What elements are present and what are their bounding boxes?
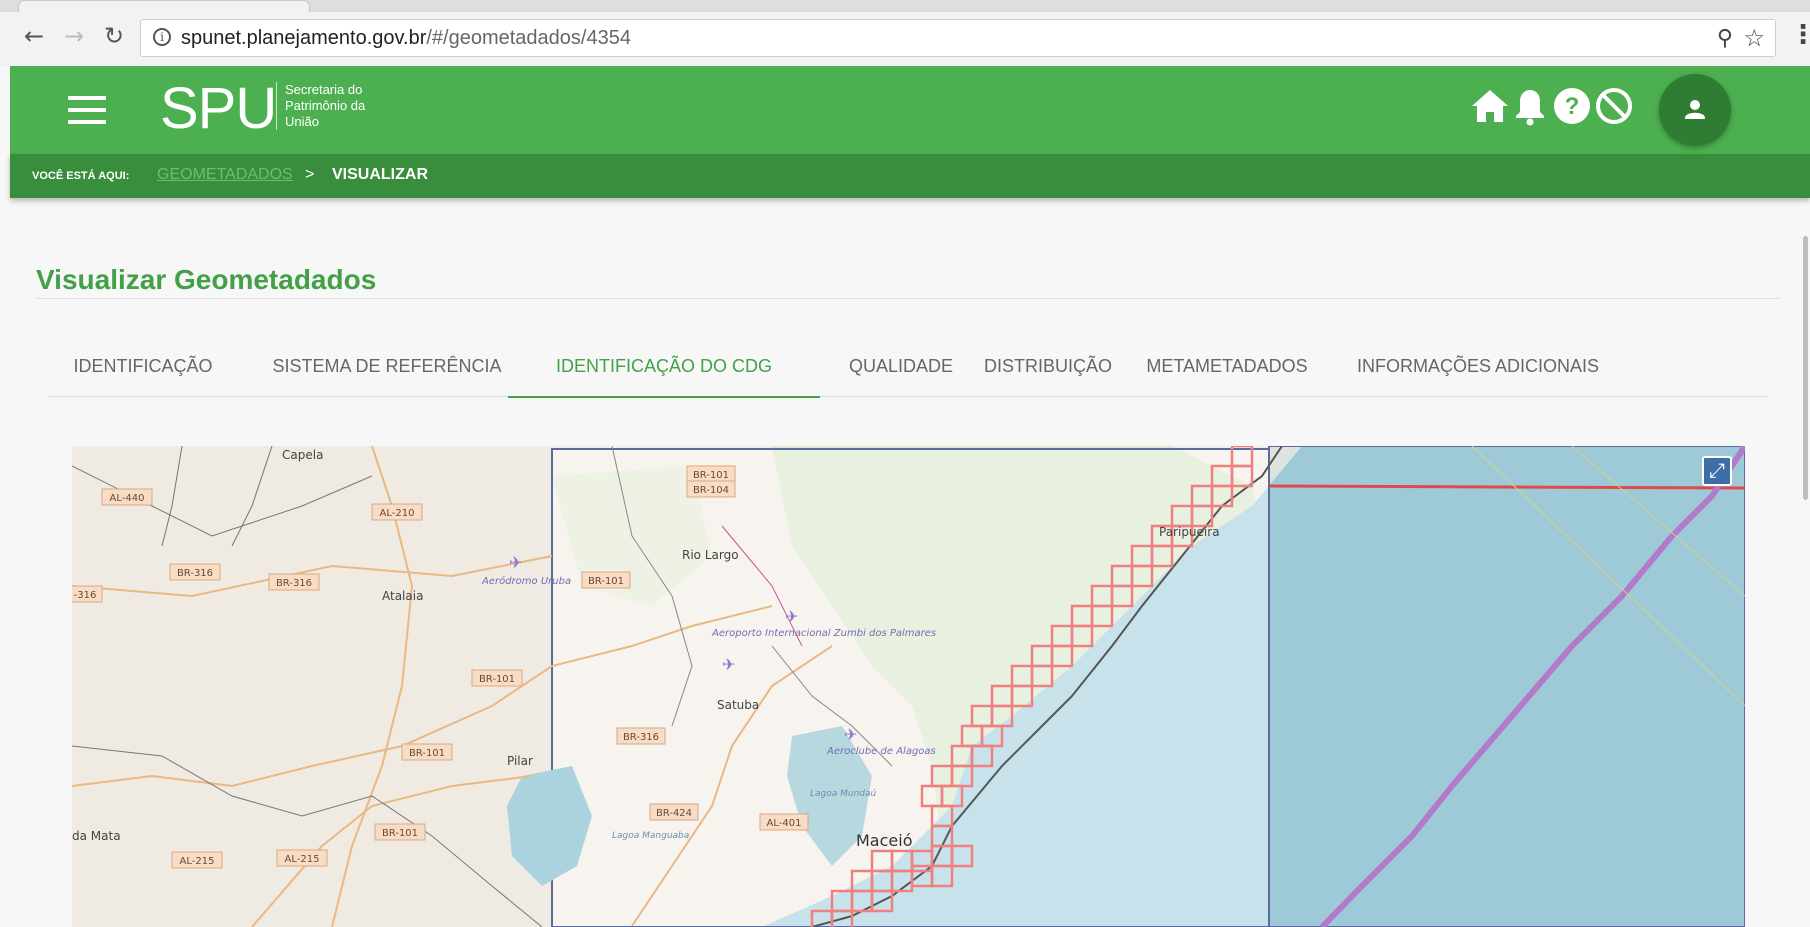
- hamburger-menu-icon[interactable]: [68, 96, 106, 124]
- url-path: /#/geometadados/4354: [426, 27, 631, 49]
- road-shield: BR-101: [686, 465, 736, 483]
- tab-metametadados[interactable]: METAMETADADOS: [1134, 346, 1320, 396]
- breadcrumb-current: VISUALIZAR: [332, 166, 428, 183]
- forward-arrow-icon[interactable]: →: [60, 22, 88, 50]
- block-icon[interactable]: [1594, 86, 1634, 126]
- airport-icon: ✈: [509, 553, 522, 572]
- road-shield: AL-440: [101, 488, 153, 506]
- tab-informacoes-adicionais[interactable]: INFORMAÇÕES ADICIONAIS: [1328, 346, 1628, 396]
- svg-text:AL-215: AL-215: [180, 856, 215, 867]
- road-shield: BR-101: [374, 823, 426, 841]
- user-icon: [1685, 100, 1705, 119]
- svg-text:BR-101: BR-101: [409, 748, 445, 759]
- tab-identificacao[interactable]: IDENTIFICAÇÃO: [48, 346, 238, 396]
- logo-sub-line: Patrimônio da: [285, 98, 366, 113]
- tab-qualidade[interactable]: QUALIDADE: [838, 346, 964, 396]
- breadcrumb-link-geometadados[interactable]: GEOMETADADOS: [157, 166, 293, 184]
- bookmark-star-icon[interactable]: ☆: [1743, 24, 1765, 52]
- road-shield: AL-215: [171, 851, 223, 869]
- svg-text:BR-316: BR-316: [623, 732, 659, 743]
- browser-chrome: ← → ↻ i spunet.planejamento.gov.br/#/geo…: [0, 0, 1810, 66]
- svg-text:AL-215: AL-215: [285, 854, 320, 865]
- info-icon[interactable]: i: [153, 28, 171, 46]
- svg-text:BR-424: BR-424: [656, 808, 692, 819]
- zoom-icon[interactable]: ⚲: [1717, 26, 1733, 51]
- back-arrow-icon[interactable]: ←: [20, 22, 48, 50]
- map-label-airport: Aeródromo Uruba: [481, 575, 571, 587]
- map-label-lagoon: Lagoa Mundaú: [810, 789, 877, 799]
- map-label-place: Rio Largo: [682, 548, 739, 562]
- home-icon[interactable]: [1470, 86, 1510, 126]
- app-header: SPU Secretaria do Patrimônio da União ?: [10, 66, 1810, 154]
- road-shield: BR-101: [581, 571, 631, 589]
- map-canvas[interactable]: Capela Atalaia Rio Largo Satuba Pilar da…: [72, 446, 1745, 927]
- road-shield: BR-104: [686, 480, 736, 498]
- road-shield: BR-316: [169, 563, 221, 581]
- svg-text:BR-316: BR-316: [276, 578, 312, 589]
- page-title: Visualizar Geometadados: [36, 264, 377, 295]
- map-label-place: da Mata: [72, 829, 121, 843]
- road-shield: BR-101: [471, 669, 523, 687]
- address-bar[interactable]: i spunet.planejamento.gov.br/#/geometada…: [140, 19, 1776, 57]
- airport-icon: ✈: [722, 655, 735, 674]
- bell-icon[interactable]: [1510, 86, 1550, 126]
- svg-text:AL-210: AL-210: [380, 508, 415, 519]
- map-label-city: Maceió: [856, 831, 912, 850]
- svg-text:BR-101: BR-101: [479, 674, 515, 685]
- road-shield: AL-401: [759, 813, 809, 831]
- map-label-lagoon: Lagoa Manguaba: [612, 831, 689, 841]
- title-divider: [36, 298, 1780, 299]
- logo-sub-line: União: [285, 114, 319, 129]
- map-label-place: Satuba: [717, 698, 759, 712]
- svg-text:BR-101: BR-101: [588, 576, 624, 587]
- logo-sub-line: Secretaria do: [285, 82, 363, 97]
- map-label-place: Atalaia: [382, 589, 423, 603]
- svg-text:AL-401: AL-401: [767, 818, 802, 829]
- url-host: spunet.planejamento.gov.br: [181, 27, 427, 49]
- expand-icon[interactable]: ⤢: [1702, 456, 1732, 486]
- reload-icon[interactable]: ↻: [100, 22, 128, 50]
- breadcrumb-label: VOCÊ ESTÁ AQUI:: [32, 170, 130, 182]
- map-label-airport: Aeroporto Internacional Zumbi dos Palmar…: [711, 628, 936, 639]
- svg-text:BR-316: BR-316: [177, 568, 213, 579]
- svg-text:BR-101: BR-101: [693, 470, 729, 481]
- map-label-place: Paripueira: [1159, 525, 1220, 539]
- tab-identificacao-cdg[interactable]: IDENTIFICAÇÃO DO CDG: [508, 346, 820, 398]
- road-shield: -316: [72, 585, 103, 603]
- road-shield: BR-316: [268, 573, 320, 591]
- user-avatar-button[interactable]: [1659, 74, 1731, 146]
- map-label-place: Pilar: [507, 754, 533, 768]
- svg-text:AL-440: AL-440: [110, 493, 145, 504]
- page-scrollbar[interactable]: [1803, 236, 1808, 500]
- help-icon[interactable]: ?: [1552, 86, 1592, 126]
- airport-icon: ✈: [785, 607, 798, 626]
- airport-icon: ✈: [844, 725, 857, 744]
- breadcrumb: VOCÊ ESTÁ AQUI: GEOMETADADOS > VISUALIZA…: [10, 154, 1810, 198]
- logo-subtitle: Secretaria do Patrimônio da União: [276, 82, 365, 130]
- svg-text:?: ?: [1565, 93, 1580, 120]
- spu-logo[interactable]: SPU: [160, 76, 277, 142]
- tab-distribuicao[interactable]: DISTRIBUIÇÃO: [966, 346, 1130, 396]
- svg-text:-316: -316: [74, 590, 97, 601]
- road-shield: BR-424: [649, 803, 699, 821]
- road-shield: BR-101: [401, 743, 453, 761]
- breadcrumb-separator: >: [305, 166, 315, 183]
- tab-bar: IDENTIFICAÇÃO SISTEMA DE REFERÊNCIA IDEN…: [48, 346, 1768, 398]
- tab-sistema-referencia[interactable]: SISTEMA DE REFERÊNCIA: [262, 346, 512, 396]
- road-shield: BR-316: [616, 727, 666, 745]
- browser-menu-icon[interactable]: ⋮: [1790, 20, 1810, 50]
- url-text[interactable]: spunet.planejamento.gov.br/#/geometadado…: [181, 27, 631, 50]
- svg-text:BR-104: BR-104: [693, 485, 729, 496]
- browser-tab[interactable]: [18, 0, 310, 13]
- map-viewer[interactable]: Capela Atalaia Rio Largo Satuba Pilar da…: [72, 446, 1745, 927]
- road-shield: AL-215: [276, 849, 328, 867]
- map-label-airport: Aeroclube de Alagoas: [826, 746, 936, 757]
- svg-text:BR-101: BR-101: [382, 828, 418, 839]
- map-label-place: Capela: [282, 448, 323, 462]
- road-shield: AL-210: [371, 503, 423, 521]
